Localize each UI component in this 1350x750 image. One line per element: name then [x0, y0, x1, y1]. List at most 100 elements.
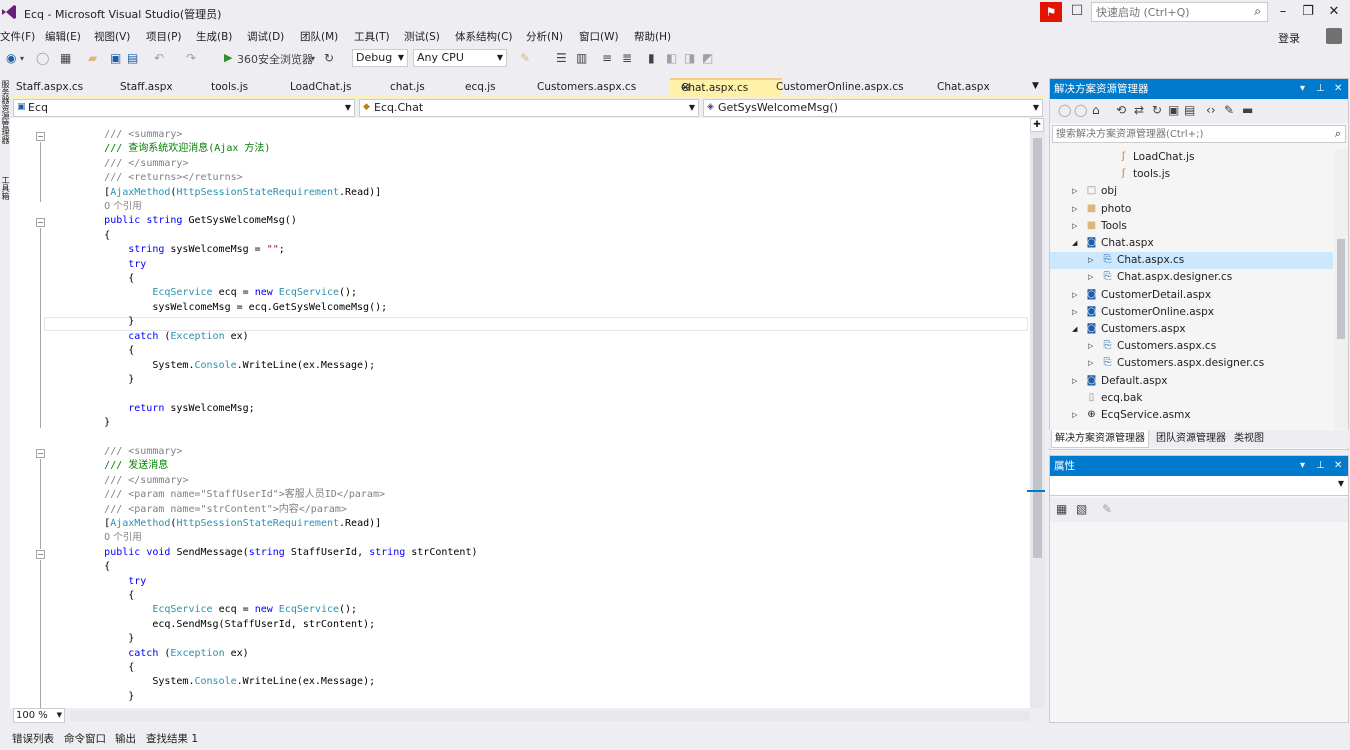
tab-solution-explorer[interactable]: 解决方案资源管理器	[1051, 430, 1149, 448]
tab-class-view[interactable]: 类视图	[1231, 430, 1267, 448]
view-code-icon[interactable]: ‹›	[1206, 103, 1216, 117]
tab-customers-aspx-cs[interactable]: Customers.aspx.cs	[537, 81, 636, 93]
expanded-icon[interactable]: ◢	[1072, 321, 1077, 338]
tree-item[interactable]: ▯ ecq.bak	[1050, 390, 1333, 407]
split-window-icon[interactable]: ✚	[1030, 118, 1044, 132]
quick-launch-box[interactable]: ⌕	[1091, 2, 1268, 22]
tab-ecq-js[interactable]: ecq.js	[465, 81, 496, 93]
search-icon[interactable]: ⌕	[1335, 127, 1341, 141]
expand-icon[interactable]: ▷	[1072, 407, 1077, 424]
panel-menu-icon[interactable]: ▾	[1300, 456, 1305, 476]
alphabetical-icon[interactable]: ▧	[1076, 502, 1087, 516]
refresh-icon[interactable]: ↻	[324, 51, 334, 65]
menu-project[interactable]: 项目(P)	[146, 29, 182, 44]
expand-icon[interactable]: ▷	[1088, 252, 1093, 269]
minimize-button[interactable]: –	[1271, 2, 1295, 22]
expanded-icon[interactable]: ◢	[1072, 235, 1077, 252]
platform-select[interactable]: Any CPU ▼	[413, 49, 507, 67]
close-panel-icon[interactable]: ✕	[1334, 456, 1342, 476]
code-editor[interactable]: − − − − /// <summary> /// 查询系统欢迎消息(Ajax …	[10, 118, 1030, 708]
collapse-icon[interactable]: −	[36, 132, 45, 141]
expand-icon[interactable]: ▷	[1072, 373, 1077, 390]
tree-item[interactable]: ▷ ◙ CustomerOnline.aspx	[1050, 304, 1333, 321]
tree-item[interactable]: ʃ LoadChat.js	[1050, 149, 1333, 166]
properties-title-bar[interactable]: 属性 ▾ ⊥ ✕	[1050, 456, 1348, 476]
menu-test[interactable]: 测试(S)	[404, 29, 440, 44]
new-project-icon[interactable]: ▦	[60, 51, 71, 65]
sync-icon[interactable]: ⟲	[1116, 103, 1126, 117]
tree-item[interactable]: ▷ ⊕ EcqService.asmx	[1050, 407, 1333, 424]
expand-icon[interactable]: ▷	[1072, 304, 1077, 321]
tab-error-list[interactable]: 错误列表	[12, 731, 54, 746]
menu-file[interactable]: 文件(F)	[0, 29, 35, 44]
solution-explorer-toolbar-icon[interactable]: ☰	[556, 51, 567, 65]
expand-icon[interactable]: ▷	[1088, 269, 1093, 286]
menu-build[interactable]: 生成(B)	[196, 29, 232, 44]
find-in-files-icon[interactable]: ✎	[520, 51, 530, 65]
tab-find-results[interactable]: 查找结果 1	[146, 731, 198, 746]
tree-item[interactable]: ▷ ◙ CustomerDetail.aspx	[1050, 287, 1333, 304]
tree-item[interactable]: ▷ ■ Tools	[1050, 218, 1333, 235]
indent-icon[interactable]: ≡	[602, 51, 612, 65]
pin-icon[interactable]: ⊥	[1316, 79, 1325, 99]
tree-item[interactable]: ▷ ⎘ Customers.aspx.designer.cs	[1050, 355, 1333, 372]
scroll-thumb[interactable]	[1033, 138, 1042, 558]
properties-object-select[interactable]: ▼	[1050, 476, 1348, 496]
quick-launch-input[interactable]	[1092, 3, 1242, 21]
tree-scrollbar[interactable]	[1334, 149, 1348, 429]
tab-chat-js[interactable]: chat.js	[390, 81, 425, 93]
navigate-forward-icon[interactable]: ◯	[36, 51, 49, 65]
tree-item[interactable]: ▷ ■ photo	[1050, 201, 1333, 218]
tree-item[interactable]: ◢ ◙ Customers.aspx	[1050, 321, 1333, 338]
pin-icon[interactable]: ⊥	[1316, 456, 1325, 476]
expand-icon[interactable]: ▷	[1088, 355, 1093, 372]
back-icon[interactable]: ◯	[1058, 103, 1071, 117]
class-dropdown[interactable]: ◆ Ecq.Chat ▼	[359, 99, 699, 117]
close-button[interactable]: ✕	[1322, 2, 1346, 22]
restore-button[interactable]: ❐	[1296, 2, 1320, 22]
show-all-files-icon[interactable]: ▤	[1184, 103, 1195, 117]
menu-analyze[interactable]: 分析(N)	[526, 29, 563, 44]
categorized-icon[interactable]: ▦	[1056, 502, 1067, 516]
collapse-icon[interactable]: −	[36, 218, 45, 227]
prev-bookmark-icon[interactable]: ◧	[666, 51, 677, 65]
solution-explorer-title-bar[interactable]: 解决方案资源管理器 ▾ ⊥ ✕	[1050, 79, 1348, 99]
search-icon[interactable]: ⌕	[1254, 4, 1261, 19]
tab-loadchat-js[interactable]: LoadChat.js	[290, 81, 351, 93]
save-icon[interactable]: ▣	[110, 51, 121, 65]
feedback-icon[interactable]: ☐	[1068, 3, 1086, 21]
tab-team-explorer[interactable]: 团队资源管理器	[1153, 430, 1229, 448]
sign-in-link[interactable]: 登录	[1278, 30, 1300, 46]
editor-vertical-scrollbar[interactable]	[1030, 118, 1045, 708]
open-file-icon[interactable]: ▰	[88, 51, 97, 65]
solution-search-box[interactable]: ⌕	[1052, 125, 1346, 143]
tab-command-window[interactable]: 命令窗口	[64, 731, 106, 746]
tab-staff-aspx-cs[interactable]: Staff.aspx.cs	[16, 81, 83, 93]
tree-item[interactable]: ▷ □ obj	[1050, 183, 1333, 200]
tree-item[interactable]: ▷ ⎘ Chat.aspx.cs	[1050, 252, 1333, 270]
expand-icon[interactable]: ▷	[1088, 338, 1093, 355]
collapse-icon[interactable]: −	[36, 550, 45, 559]
close-panel-icon[interactable]: ✕	[1334, 79, 1342, 99]
member-dropdown[interactable]: ◈ GetSysWelcomeMsg() ▼	[703, 99, 1043, 117]
configuration-select[interactable]: Debug ▼	[352, 49, 408, 67]
collapse-icon[interactable]: −	[36, 449, 45, 458]
home-icon[interactable]: ⌂	[1092, 103, 1100, 117]
editor-horizontal-scrollbar[interactable]	[70, 711, 1030, 721]
tree-item[interactable]: ▷ ⎘ Customers.aspx.cs	[1050, 338, 1333, 355]
tab-chat-aspx[interactable]: Chat.aspx	[937, 81, 990, 93]
collapse-all-icon[interactable]: ▣	[1168, 103, 1179, 117]
back-dropdown-icon[interactable]: ▾	[20, 54, 24, 63]
tab-tools-js[interactable]: tools.js	[211, 81, 248, 93]
menu-window[interactable]: 窗口(W)	[579, 29, 619, 44]
tree-item[interactable]: ▷ ⎘ Chat.aspx.designer.cs	[1050, 269, 1333, 286]
account-icon[interactable]	[1326, 28, 1342, 44]
menu-help[interactable]: 帮助(H)	[634, 29, 671, 44]
code-text[interactable]: /// <summary> /// 查询系统欢迎消息(Ajax 方法) /// …	[56, 128, 477, 704]
refresh-icon[interactable]: ↻	[1152, 103, 1162, 117]
properties-icon[interactable]: ✎	[1224, 103, 1234, 117]
menu-debug[interactable]: 调试(D)	[247, 29, 284, 44]
start-debug-icon[interactable]: ▶	[224, 51, 232, 64]
tab-output[interactable]: 输出	[115, 731, 136, 746]
panel-menu-icon[interactable]: ▾	[1300, 79, 1305, 99]
